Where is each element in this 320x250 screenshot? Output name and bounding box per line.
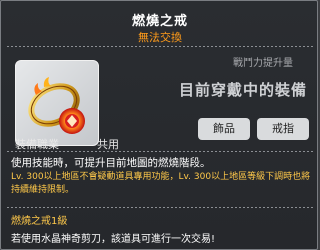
separator [7,151,313,152]
tag-ring: 戒指 [257,118,309,140]
level-restriction-note: Lv. 300以上地區不會疑動道具專用功能，Lv. 300以上地區等級下調時也將… [11,172,311,195]
item-name: 燃燒之戒 [131,14,188,29]
power-label: 戰鬥力提升量 [233,58,293,69]
job-requirement-label: 裝備職業 [15,138,59,151]
scissors-note: 若使用水晶神奇剪刀，該道具可進行一次交易! [11,234,216,245]
separator [7,46,313,47]
job-requirement-value: 共用 [97,138,119,151]
item-tooltip: 燃燒之戒 無法交換 戰鬥力提升量 目前穿戴中的裝備 飾品 戒指 裝備職業 共用 … [0,0,318,250]
power-status: 目前穿戴中的裝備 [178,81,307,99]
tag-accessory: 飾品 [198,118,250,140]
ring-level: 燃燒之戒1級 [11,216,68,227]
trade-status: 無法交換 [138,31,182,44]
item-description: 使用技能時，可提升目前地圖的燃燒階段。 [11,157,211,169]
item-icon-frame [15,60,99,146]
burning-ring-icon [28,77,85,134]
separator [7,207,313,208]
